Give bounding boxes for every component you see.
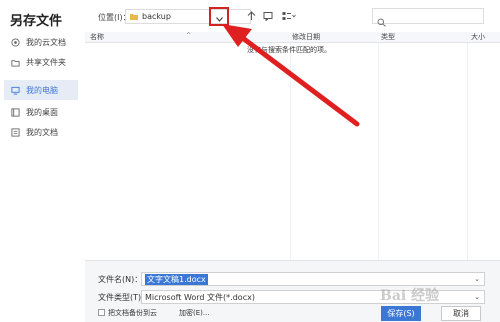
search-icon [377, 12, 386, 31]
new-folder-icon[interactable] [262, 10, 274, 22]
file-list: 名称 ^ 修改日期 类型 大小 没有与搜索条件匹配的项。 [85, 32, 500, 260]
location-dropdown-button[interactable] [209, 7, 229, 26]
column-header-size[interactable]: 大小 [471, 32, 485, 42]
watermark: Bai 经验 [380, 288, 440, 304]
column-divider [290, 43, 291, 260]
column-divider [378, 43, 379, 260]
sidebar-item-label: 我的文档 [26, 127, 58, 137]
toolbar: 位置(I)： backup [85, 0, 500, 32]
save-button[interactable]: 保存(S) [381, 306, 421, 321]
filename-value: 文字文稿1.docx [145, 273, 208, 285]
filename-label: 文件名(N)： [98, 275, 143, 284]
sidebar-item-cloud-docs[interactable]: 我的云文档 [4, 32, 78, 52]
documents-icon [10, 127, 20, 137]
search-input[interactable] [372, 8, 484, 27]
encrypt-button[interactable]: 加密(E)... [179, 308, 210, 318]
sidebar-item-label: 我的电脑 [26, 85, 58, 95]
sidebar-item-desktop[interactable]: 我的桌面 [4, 102, 78, 122]
empty-message: 没有与搜索条件匹配的项。 [247, 46, 331, 54]
view-mode-icon[interactable] [281, 10, 297, 22]
sidebar-item-label: 我的桌面 [26, 107, 58, 117]
save-as-dialog: 另存文件 我的云文档 共享文件夹 我的电脑 我的桌面 我的文档 位置(I)： b… [0, 0, 500, 322]
cancel-button[interactable]: 取消 [441, 306, 481, 321]
column-header-modified[interactable]: 修改日期 [292, 32, 320, 42]
sidebar-item-documents[interactable]: 我的文档 [4, 122, 78, 142]
dialog-title: 另存文件 [10, 14, 63, 29]
filetype-value: Microsoft Word 文件(*.docx) [145, 292, 255, 302]
sidebar-item-label: 共享文件夹 [26, 57, 66, 67]
location-value: backup [142, 12, 171, 21]
up-arrow-icon[interactable] [245, 10, 257, 22]
filename-field[interactable]: 文字文稿1.docx ⌄ [141, 272, 485, 286]
sidebar: 另存文件 我的云文档 共享文件夹 我的电脑 我的桌面 我的文档 [0, 0, 85, 322]
sidebar-item-my-computer[interactable]: 我的电脑 [4, 80, 78, 100]
cloud-doc-icon [10, 37, 20, 47]
sidebar-item-shared-folder[interactable]: 共享文件夹 [4, 52, 78, 72]
column-divider [467, 43, 468, 260]
folder-icon [130, 13, 138, 20]
sidebar-item-label: 我的云文档 [26, 37, 66, 47]
column-header-name[interactable]: 名称 [90, 32, 104, 42]
chevron-down-icon[interactable]: ⌄ [474, 275, 480, 283]
computer-icon [10, 85, 20, 95]
column-header-type[interactable]: 类型 [381, 32, 395, 42]
sort-caret-icon: ^ [186, 32, 192, 39]
backup-checkbox-label: 把文档备份到云 [108, 309, 157, 317]
location-select[interactable]: backup [125, 9, 251, 24]
chevron-down-icon [215, 7, 223, 26]
share-folder-icon [10, 57, 20, 67]
chevron-down-icon[interactable]: ⌄ [474, 293, 480, 301]
backup-checkbox[interactable] [98, 309, 105, 316]
desktop-icon [10, 107, 20, 117]
